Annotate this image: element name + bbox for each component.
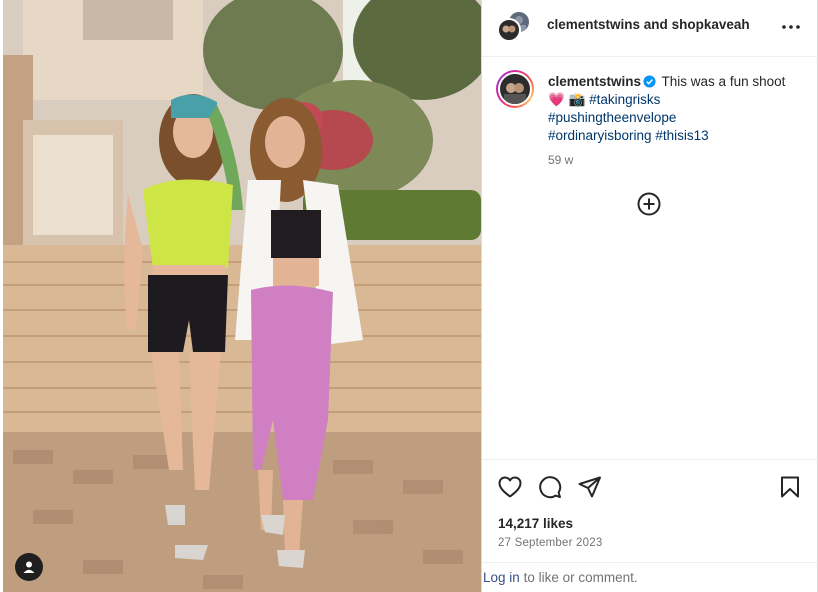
like-button[interactable] (497, 474, 523, 500)
more-horizontal-icon (782, 25, 800, 29)
caption-username[interactable]: clementstwins (548, 74, 641, 89)
caption-text-block: clementstwins This was a fun shoot 💗 📸 #… (548, 73, 798, 145)
hashtag-link[interactable]: #thisis13 (655, 128, 708, 143)
post-date[interactable]: 27 September 2023 (498, 537, 602, 549)
post-photo-scene (3, 0, 481, 592)
caption-avatar (498, 72, 532, 106)
caption-text: This was a fun shoot (661, 74, 786, 89)
post-actions: 14,217 likes 27 September 2023 (482, 459, 817, 562)
plus-circle-icon (637, 192, 661, 216)
comment-icon (539, 476, 562, 499)
heart-icon (498, 476, 522, 498)
caption-emojis: 💗 📸 (548, 92, 586, 107)
verified-badge-icon (643, 75, 656, 88)
comment-button[interactable] (537, 474, 563, 500)
like-count[interactable]: 14,217 likes (498, 516, 573, 531)
collab-user-link-1[interactable]: clementstwins (547, 17, 640, 32)
login-link[interactable]: Log in (483, 570, 520, 585)
share-button[interactable] (577, 474, 603, 500)
collab-joiner: and (643, 17, 668, 32)
avatar-clementstwins[interactable] (497, 18, 521, 42)
bookmark-icon (781, 476, 799, 498)
collab-title: clementstwins and shopkaveah (547, 17, 750, 32)
login-prompt-text: to like or comment. (523, 570, 638, 585)
login-prompt: Log in to like or comment. (482, 562, 817, 592)
share-icon (578, 476, 601, 498)
more-options-button[interactable] (779, 15, 803, 39)
load-more-comments-button[interactable] (636, 191, 662, 217)
caption-time-ago[interactable]: 59 w (548, 153, 573, 167)
user-tag-button[interactable] (15, 553, 43, 581)
hashtag-link[interactable]: #pushingtheenvelope (548, 110, 676, 125)
caption-avatar-ring[interactable] (496, 70, 534, 108)
collab-user-link-2[interactable]: shopkaveah (672, 17, 750, 32)
post-side-panel: clementstwins and shopkaveah clementstwi… (481, 0, 818, 592)
post-header: clementstwins and shopkaveah (482, 0, 817, 57)
hashtag-link[interactable]: #takingrisks (589, 92, 660, 107)
post-photo[interactable] (3, 0, 481, 592)
save-button[interactable] (777, 474, 803, 500)
user-tag-icon (23, 561, 35, 573)
hashtag-link[interactable]: #ordinaryisboring (548, 128, 652, 143)
collab-avatars[interactable] (497, 10, 533, 44)
